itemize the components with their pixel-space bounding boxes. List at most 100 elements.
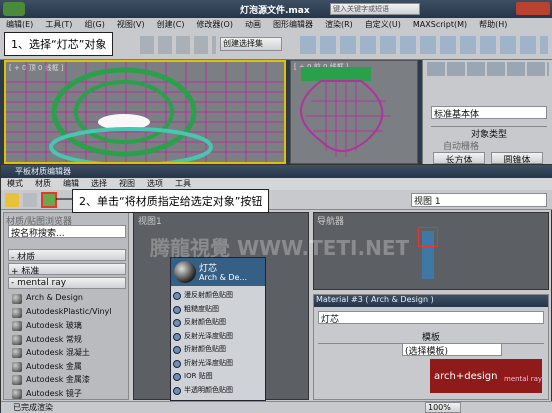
material-name-field[interactable]: 灯芯 — [318, 311, 544, 324]
max-menu-item[interactable]: 编辑(E) — [0, 18, 39, 32]
slot-socket-icon[interactable] — [173, 332, 181, 341]
parameter-panel: Material #3 ( Arch & Design ) 灯芯 模板 (选择模… — [313, 294, 549, 400]
assign-material-to-selection-icon[interactable] — [41, 192, 57, 208]
material-list-label: Autodesk 混凝土 — [26, 348, 90, 357]
brand-text: arch+design — [434, 371, 498, 382]
material-swatch-icon — [12, 348, 22, 358]
material-header: Material #3 ( Arch & Design ) — [314, 295, 548, 307]
max-menu-item[interactable]: 图形编辑器 — [267, 18, 319, 32]
max-menu-item[interactable]: 视图(V) — [111, 18, 151, 32]
material-list-item[interactable]: Arch & Design — [12, 293, 126, 305]
app-title: 灯泡源文件.max — [240, 6, 310, 16]
toolbar-icons-left[interactable] — [140, 36, 216, 54]
browser-search[interactable]: 按名称搜索... — [8, 225, 126, 238]
zoom-field[interactable]: 100% — [425, 402, 461, 413]
mat-menu-item[interactable]: 材质 — [29, 178, 57, 190]
mat-menu-item[interactable]: 模式 — [1, 178, 29, 190]
map-slot-label: IOR 贴图 — [184, 372, 213, 380]
max-menu-item[interactable]: 渲染(R) — [319, 18, 359, 32]
auto-grid-checkbox[interactable]: 自动栅格 — [443, 139, 479, 152]
max-logo-icon[interactable] — [3, 2, 25, 16]
max-menu-item[interactable]: 自定义(U) — [359, 18, 407, 32]
material-list-label: Autodesk 玻璃 — [26, 321, 82, 330]
material-swatch-icon — [12, 375, 22, 385]
browser-section[interactable]: - mental ray — [8, 277, 126, 289]
search-field[interactable]: 键入关键字或短语 — [330, 3, 420, 15]
command-panel: 标准基本体 对象类型 自动栅格 长方体 圆锥体 — [422, 60, 552, 164]
toolbar-icons-right[interactable] — [300, 36, 548, 54]
panel-tabs[interactable] — [427, 62, 549, 76]
material-list-item[interactable]: Autodesk 玻璃 — [12, 320, 126, 332]
cone-button[interactable]: 圆锥体 — [491, 152, 543, 164]
step2-arrow — [56, 198, 72, 200]
material-browser: 材质/贴图浏览器 按名称搜索... - 材质 + 标准 - mental ray A… — [3, 212, 129, 400]
arch-design-banner: arch+design mental ray — [430, 359, 542, 393]
wireframe-top-view — [6, 62, 284, 162]
slot-socket-icon[interactable] — [173, 386, 181, 395]
template-rollout[interactable]: 模板 — [318, 330, 544, 344]
step1-callout: 1、选择“灯芯”对象 — [4, 32, 114, 56]
material-swatch-icon — [12, 334, 22, 345]
selection-set-dropdown[interactable]: 创建选择集 — [220, 37, 282, 51]
max-menu-item[interactable]: 组(G) — [78, 18, 110, 32]
material-list-label: AutodeskPlastic/Vinyl — [26, 306, 112, 316]
map-slot-label: 粗糙度贴图 — [184, 304, 219, 313]
map-slot[interactable]: 反射光泽度贴图 — [173, 331, 263, 343]
browser-section[interactable]: + 标准 — [8, 263, 126, 275]
slot-socket-icon[interactable] — [173, 319, 181, 327]
box-button[interactable]: 长方体 — [433, 152, 485, 164]
map-slot-label: 漫反射颜色贴图 — [184, 291, 233, 299]
max-menu-item[interactable]: 动画 — [239, 18, 267, 32]
node-subtitle: Arch & De... — [199, 273, 248, 282]
slot-socket-icon[interactable] — [173, 292, 181, 300]
watermark: 腾龍視覺 WWW.TETI.NET — [150, 236, 410, 260]
map-slot[interactable]: IOR 贴图 — [173, 371, 263, 383]
brand-sub: mental ray — [504, 375, 543, 383]
max-menu-item[interactable]: 创建(C) — [151, 18, 191, 32]
mat-editor-titlebar: 平板材质编辑器 — [1, 165, 552, 178]
material-list-label: Autodesk 金属漆 — [26, 375, 90, 384]
map-slot[interactable]: 折射颜色贴图 — [173, 344, 263, 356]
max-menu-item[interactable]: MAXScript(M) — [407, 18, 473, 32]
material-list-item[interactable]: Autodesk 金属 — [12, 361, 126, 373]
material-swatch-icon — [12, 361, 22, 372]
slot-socket-icon[interactable] — [173, 305, 181, 314]
object-type-rollout[interactable]: 对象类型 — [431, 126, 547, 140]
max-menu-item[interactable]: 帮助(H) — [473, 18, 513, 32]
select-tool-icon[interactable] — [5, 193, 19, 207]
map-slot[interactable]: 粗糙度贴图 — [173, 304, 263, 316]
material-list-item[interactable]: AutodeskPlastic/Vinyl — [12, 307, 126, 319]
map-slot-label: 折射光泽度贴图 — [184, 358, 233, 367]
material-list-item[interactable]: Autodesk 常规 — [12, 334, 126, 346]
map-slot[interactable]: 半透明颜色贴图 — [173, 385, 263, 397]
viewport-front[interactable]: [ + 0 前 0 线框 ] — [290, 60, 418, 164]
material-list-item[interactable]: Autodesk 混凝土 — [12, 347, 126, 359]
template-select[interactable]: (选择模板) — [402, 343, 502, 356]
map-slot-label: 折射颜色贴图 — [184, 345, 226, 353]
max-menu-item[interactable]: 工具(T) — [39, 18, 78, 32]
max-menu-item[interactable]: 修改器(O) — [190, 18, 239, 32]
material-node[interactable]: 灯芯 Arch & De... 漫反射颜色贴图 粗糙度贴图反射颜色贴图反射光泽度贴… — [170, 257, 266, 401]
material-list-label: Autodesk 镜子 — [26, 388, 82, 398]
map-slot[interactable]: 反射颜色贴图 — [173, 317, 263, 329]
view-dropdown[interactable]: 视图 1 — [411, 193, 547, 207]
map-slot[interactable]: 折射光泽度贴图 — [173, 358, 263, 370]
navigator-viewport-box[interactable] — [418, 227, 438, 247]
material-list-item[interactable]: Autodesk 金属漆 — [12, 374, 126, 386]
slot-socket-icon[interactable] — [173, 346, 181, 354]
material-list-item[interactable]: Autodesk 镜子 — [12, 388, 126, 400]
browser-section[interactable]: - 材质 — [8, 249, 126, 261]
step2-callout: 2、单击“将材质指定给选定对象”按钮 — [72, 189, 270, 213]
pick-material-icon[interactable] — [23, 193, 37, 207]
viewport-top[interactable]: [ + 0 顶 0 线框 ] — [4, 60, 286, 164]
window-controls[interactable] — [516, 2, 550, 15]
view-tab[interactable]: 视图1 — [138, 214, 162, 227]
material-swatch-icon — [12, 307, 22, 318]
slot-socket-icon[interactable] — [173, 359, 181, 368]
map-slot-label: 反射光泽度贴图 — [184, 331, 233, 340]
navigator-title: 导航器 — [317, 217, 345, 227]
primitive-type-dropdown[interactable]: 标准基本体 — [431, 106, 547, 119]
map-slot[interactable]: 漫反射颜色贴图 — [173, 290, 263, 302]
node-header[interactable]: 灯芯 Arch & De... — [171, 258, 265, 286]
slot-socket-icon[interactable] — [173, 373, 181, 381]
